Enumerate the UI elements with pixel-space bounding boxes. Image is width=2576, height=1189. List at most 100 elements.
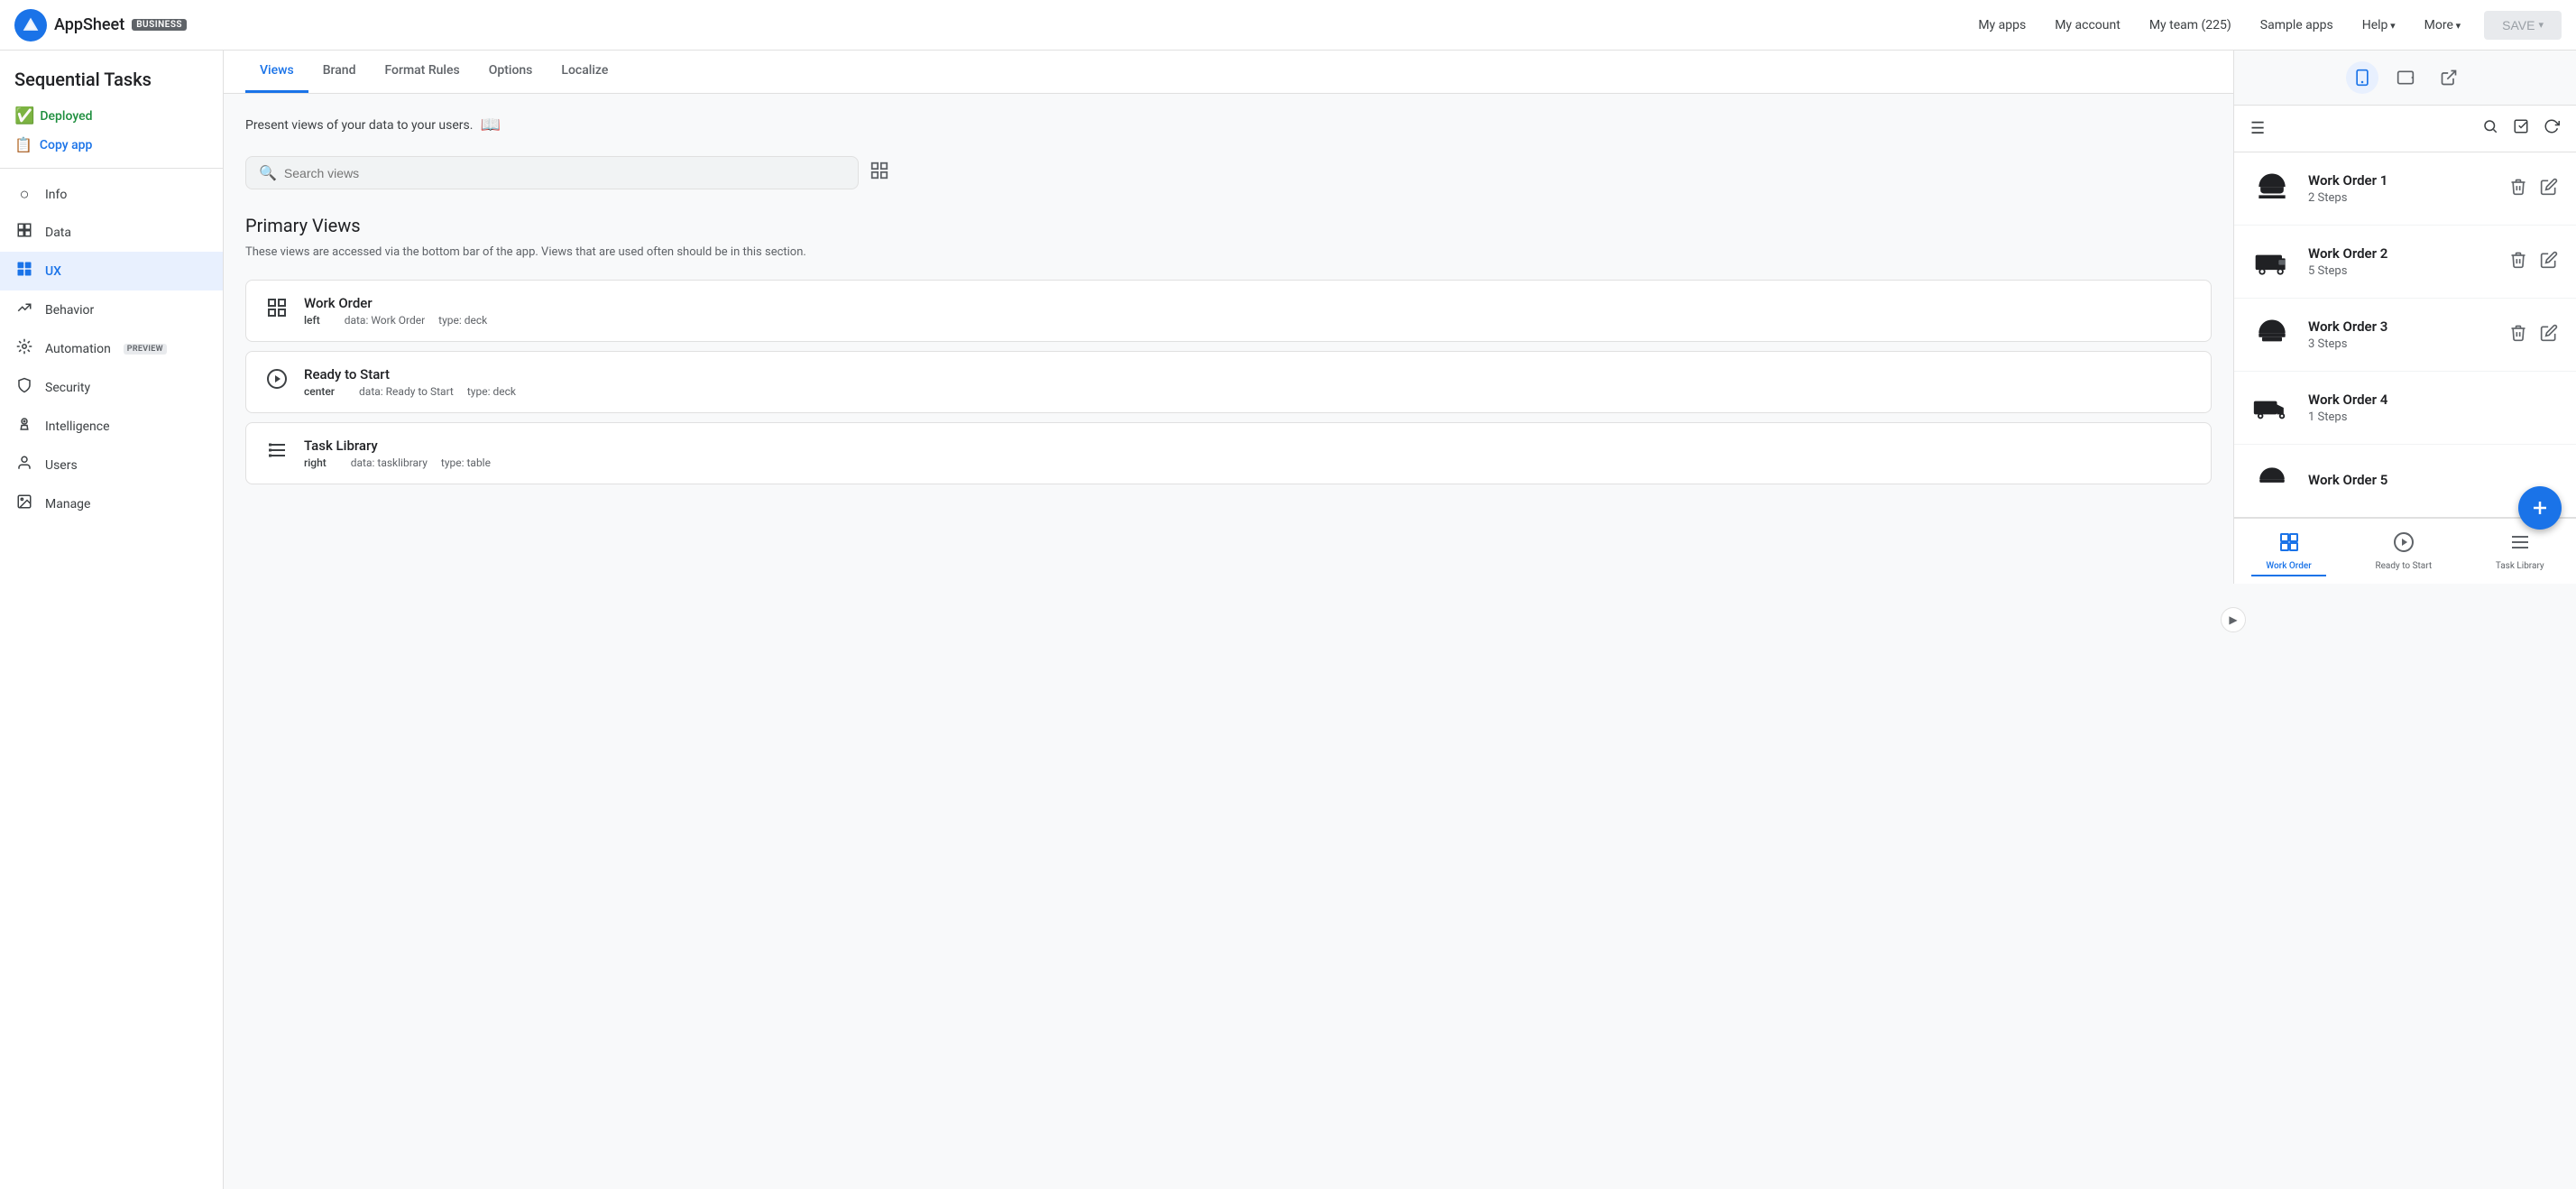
tablet-view-button[interactable]	[2389, 61, 2422, 94]
work-order-meta: left data: Work Order type: deck	[304, 314, 2193, 327]
automation-icon	[14, 338, 34, 359]
preview-item-work-order-3[interactable]: Work Order 3 3 Steps	[2234, 299, 2576, 372]
nav-my-account[interactable]: My account	[2042, 11, 2133, 40]
info-icon: ○	[14, 185, 34, 204]
behavior-icon	[14, 300, 34, 320]
tab-options[interactable]: Options	[474, 51, 547, 93]
bottom-bar-task-library[interactable]: Task Library	[2481, 528, 2559, 575]
nav-help[interactable]: Help	[2350, 11, 2408, 40]
preview-search-icon[interactable]	[2479, 115, 2502, 143]
work-order-2-name: Work Order 2	[2308, 245, 2506, 262]
preview-refresh-icon[interactable]	[2540, 115, 2563, 143]
tab-brand[interactable]: Brand	[308, 51, 371, 93]
preview-toolbar-right	[2479, 115, 2563, 143]
delete-work-order-3-button[interactable]	[2506, 320, 2531, 350]
work-order-1-actions	[2506, 174, 2562, 204]
work-order-info: Work Order left data: Work Order type: d…	[304, 295, 2193, 327]
preview-toolbar: ☰	[2234, 106, 2576, 152]
tab-localize[interactable]: Localize	[547, 51, 622, 93]
sidebar-item-data[interactable]: Data	[0, 213, 223, 252]
search-container: 🔍	[245, 156, 2212, 189]
delete-work-order-1-button[interactable]	[2506, 174, 2531, 204]
sidebar-item-ux[interactable]: UX	[0, 252, 223, 290]
nav-sample-apps[interactable]: Sample apps	[2248, 11, 2346, 40]
app-title: Sequential Tasks	[0, 51, 223, 101]
phone-screen: Work Order 1 2 Steps	[2234, 152, 2576, 517]
app-logo: AppSheet BUSINESS	[14, 9, 187, 41]
book-icon: 📖	[480, 115, 500, 134]
ready-to-start-meta: center data: Ready to Start type: deck	[304, 385, 2193, 398]
work-order-bar-icon	[2278, 531, 2300, 558]
work-order-2-info: Work Order 2 5 Steps	[2308, 245, 2506, 278]
security-icon	[14, 377, 34, 398]
search-bar: 🔍	[245, 156, 859, 189]
preview-check-icon[interactable]	[2509, 115, 2533, 143]
deployed-badge[interactable]: ✅ Deployed	[0, 101, 223, 131]
view-card-work-order[interactable]: Work Order left data: Work Order type: d…	[245, 280, 2212, 342]
ready-to-start-info: Ready to Start center data: Ready to Sta…	[304, 366, 2193, 398]
copy-app-button[interactable]: 📋 Copy app	[0, 131, 223, 164]
nav-more[interactable]: More	[2412, 11, 2474, 40]
work-order-4-icon	[2249, 384, 2295, 431]
task-library-bar-icon	[2509, 531, 2531, 558]
edit-work-order-2-button[interactable]	[2536, 247, 2562, 277]
bottom-bar-work-order[interactable]: Work Order	[2251, 528, 2325, 576]
edit-work-order-1-button[interactable]	[2536, 174, 2562, 204]
sidebar-item-users[interactable]: Users	[0, 446, 223, 484]
preview-item-work-order-4[interactable]: Work Order 4 1 Steps	[2234, 372, 2576, 445]
task-library-info: Task Library right data: tasklibrary typ…	[304, 438, 2193, 469]
search-input[interactable]	[284, 166, 845, 180]
logo-icon	[14, 9, 47, 41]
tab-views[interactable]: Views	[245, 51, 308, 93]
preview-item-work-order-1[interactable]: Work Order 1 2 Steps	[2234, 152, 2576, 226]
sidebar-nav: ○ Info Data UX	[0, 172, 223, 527]
top-nav: AppSheet BUSINESS My apps My account My …	[0, 0, 2576, 51]
bottom-bar-ready-label: Ready to Start	[2375, 561, 2432, 571]
work-order-5-name: Work Order 5	[2308, 472, 2562, 488]
grid-view-icon[interactable]	[866, 157, 893, 189]
work-order-5-info: Work Order 5	[2308, 472, 2562, 491]
view-card-ready-to-start[interactable]: Ready to Start center data: Ready to Sta…	[245, 351, 2212, 413]
edit-work-order-3-button[interactable]	[2536, 320, 2562, 350]
view-card-task-library[interactable]: Task Library right data: tasklibrary typ…	[245, 422, 2212, 484]
work-order-2-actions	[2506, 247, 2562, 277]
right-panel: ☰	[2233, 51, 2576, 584]
external-view-button[interactable]	[2433, 61, 2465, 94]
work-order-4-name: Work Order 4	[2308, 392, 2562, 408]
nav-my-team[interactable]: My team (225)	[2137, 11, 2244, 40]
work-order-1-info: Work Order 1 2 Steps	[2308, 172, 2506, 205]
main-content: Views Brand Format Rules Options Localiz…	[224, 51, 2233, 1189]
mobile-view-button[interactable]	[2346, 61, 2378, 94]
sidebar-item-intelligence[interactable]: Intelligence	[0, 407, 223, 446]
device-toolbar	[2234, 51, 2576, 106]
preview-item-work-order-2[interactable]: Work Order 2 5 Steps	[2234, 226, 2576, 299]
save-button[interactable]: SAVE ▾	[2484, 11, 2562, 40]
sidebar-item-info[interactable]: ○ Info	[0, 176, 223, 213]
work-order-3-icon	[2249, 311, 2295, 358]
left-sidebar: Sequential Tasks ✅ Deployed 📋 Copy app ○…	[0, 51, 224, 1189]
sidebar-item-security[interactable]: Security	[0, 368, 223, 407]
panel-toggle[interactable]: ▶	[2221, 607, 2246, 632]
sidebar-item-behavior[interactable]: Behavior	[0, 290, 223, 329]
sidebar-divider	[0, 168, 223, 169]
work-order-3-name: Work Order 3	[2308, 318, 2506, 335]
search-icon: 🔍	[259, 164, 277, 181]
app-badge: BUSINESS	[132, 19, 187, 31]
deployed-check-icon: ✅	[14, 106, 34, 125]
primary-views-title: Primary Views	[245, 215, 2212, 236]
ready-to-start-name: Ready to Start	[304, 366, 2193, 383]
copy-icon: 📋	[14, 136, 32, 153]
work-order-1-name: Work Order 1	[2308, 172, 2506, 189]
nav-my-apps[interactable]: My apps	[1965, 11, 2038, 40]
tab-format-rules[interactable]: Format Rules	[370, 51, 474, 93]
fab-add-button[interactable]	[2518, 486, 2562, 530]
delete-work-order-2-button[interactable]	[2506, 247, 2531, 277]
sidebar-item-automation[interactable]: Automation PREVIEW	[0, 329, 223, 368]
work-order-5-icon	[2249, 457, 2295, 504]
preview-menu-icon[interactable]: ☰	[2247, 115, 2268, 142]
ux-icon	[14, 261, 34, 281]
tab-bar: Views Brand Format Rules Options Localiz…	[224, 51, 2233, 94]
sidebar-item-manage[interactable]: Manage	[0, 484, 223, 523]
bottom-bar-ready-to-start[interactable]: Ready to Start	[2360, 528, 2446, 575]
data-icon	[14, 222, 34, 243]
